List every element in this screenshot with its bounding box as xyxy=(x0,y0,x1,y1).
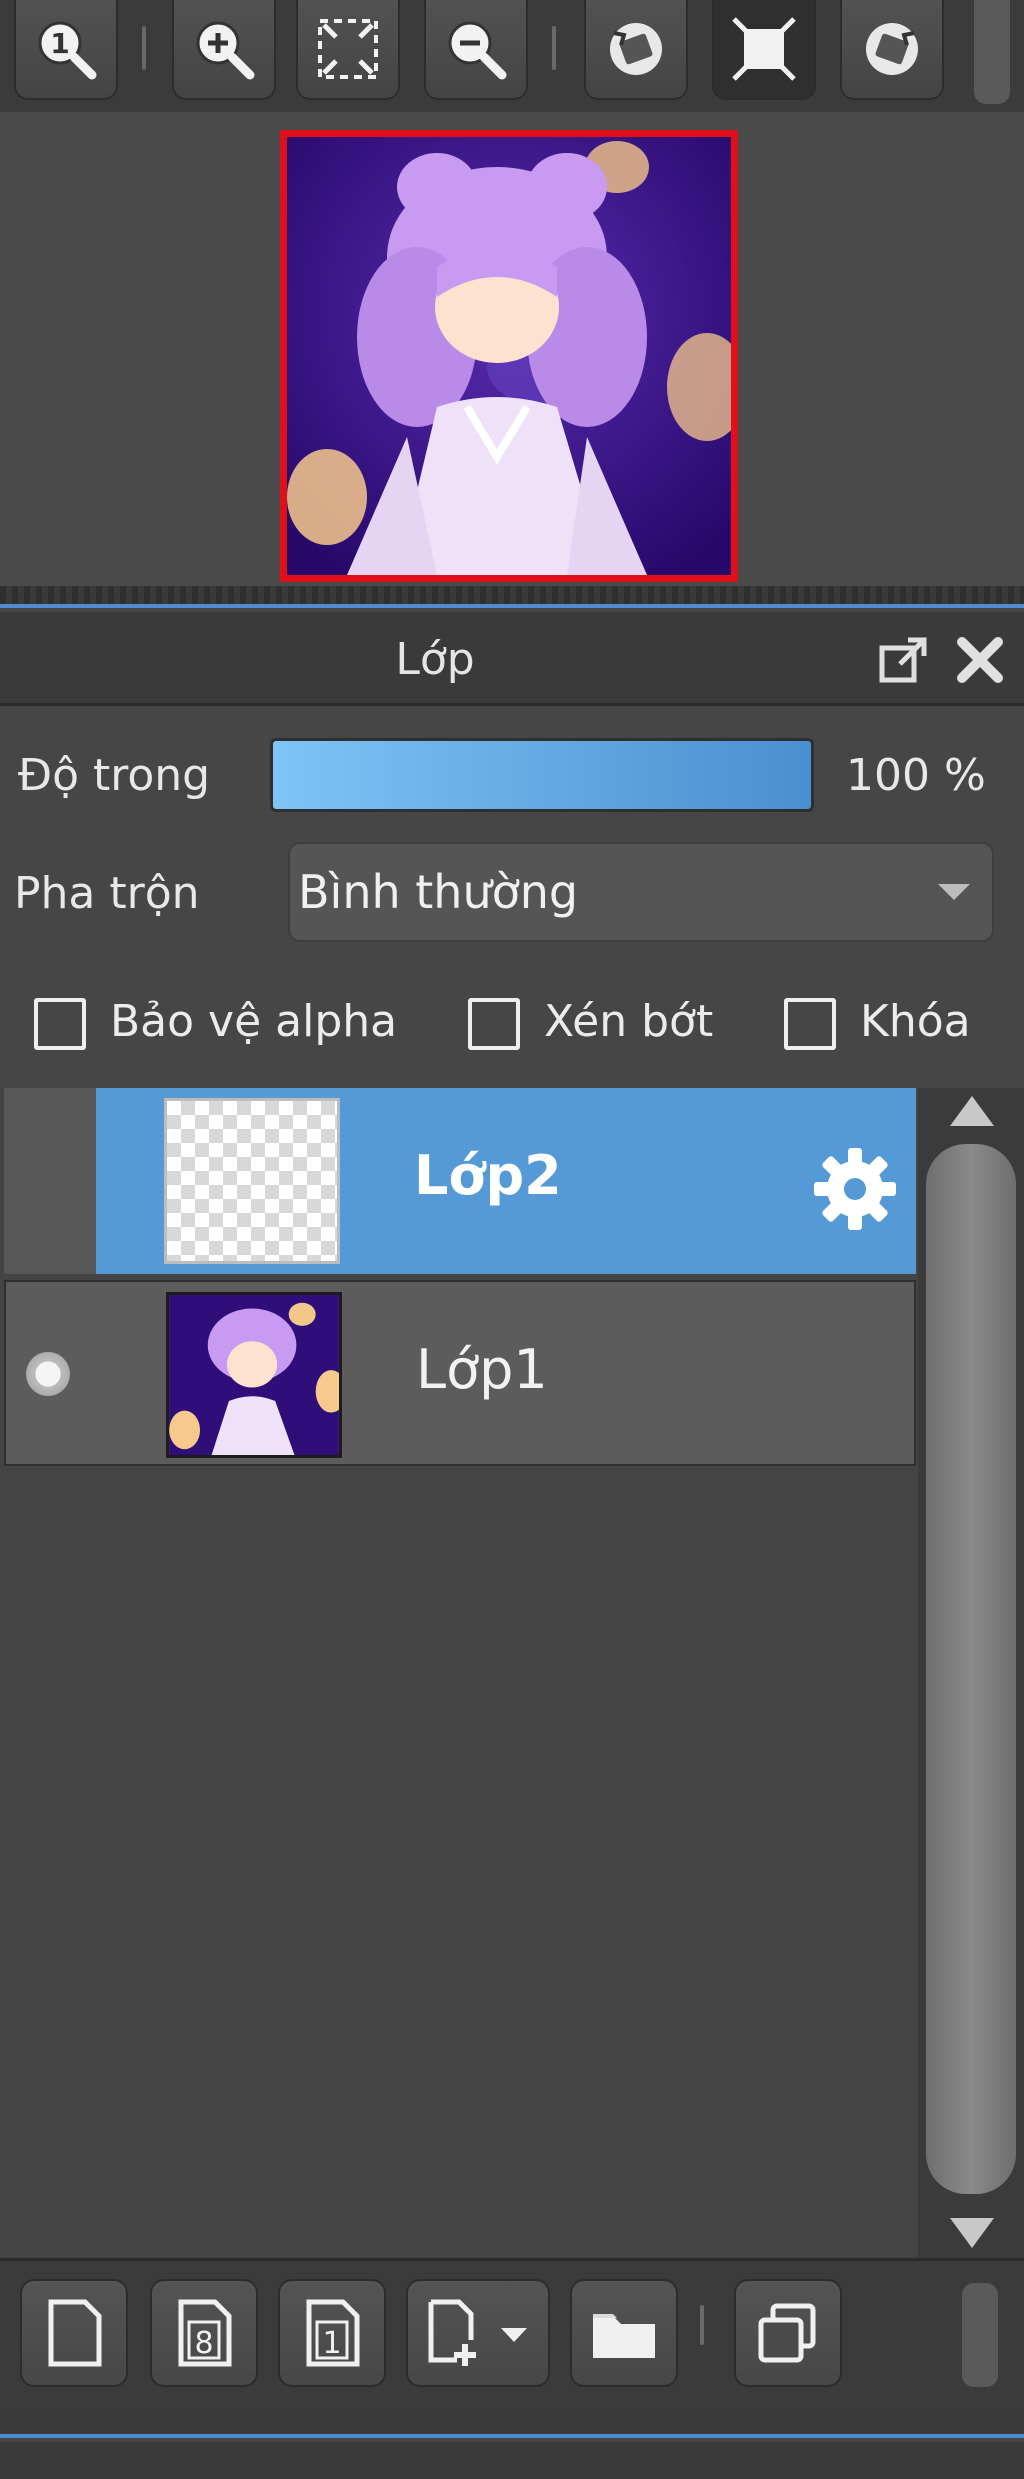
add-layer-menu-button[interactable] xyxy=(406,2279,550,2387)
layer-row-lop2[interactable]: Lớp2 xyxy=(4,1088,916,1274)
zoom-out-icon xyxy=(448,21,507,80)
panel-splitter[interactable] xyxy=(0,586,1024,608)
scroll-thumb[interactable] xyxy=(926,1144,1016,2194)
zoom-in-icon xyxy=(196,21,255,80)
alpha-protect-label: Bảo vệ alpha xyxy=(110,996,398,1047)
visible-eye-icon xyxy=(26,1352,70,1396)
view-toolbar: 1 xyxy=(0,0,1024,112)
new-layer-button[interactable] xyxy=(20,2279,128,2387)
gear-icon[interactable] xyxy=(810,1144,900,1234)
zoom-in-button[interactable] xyxy=(172,0,276,100)
rotate-left-button[interactable] xyxy=(584,0,688,100)
scroll-up-icon[interactable] xyxy=(950,1096,994,1126)
rotate-right-button[interactable] xyxy=(840,0,944,100)
navigator-preview[interactable] xyxy=(280,130,738,582)
alpha-protect-checkbox[interactable] xyxy=(34,998,86,1050)
layers-panel-header: Lớp xyxy=(0,612,1024,706)
chevron-down-icon xyxy=(938,884,970,900)
layer-list: Lớp2 Lớp1 xyxy=(0,1088,918,2258)
layer-1bit-icon: 1 xyxy=(306,2299,360,2367)
new-folder-button[interactable] xyxy=(570,2279,678,2387)
reset-view-icon xyxy=(732,17,796,81)
layer-list-scrollbar[interactable] xyxy=(918,1088,1024,2258)
new-1bit-layer-button[interactable]: 1 xyxy=(278,2279,386,2387)
undock-icon[interactable] xyxy=(878,634,930,686)
add-layer-dropdown-icon xyxy=(428,2299,527,2366)
visibility-toggle[interactable] xyxy=(6,1282,98,1464)
blend-mode-label: Pha trộn xyxy=(14,868,200,919)
layer-actions-toolbar: 8 1 xyxy=(0,2258,1024,2408)
scroll-down-icon[interactable] xyxy=(950,2218,994,2248)
visibility-toggle[interactable] xyxy=(4,1088,96,1274)
duplicate-icon xyxy=(758,2303,816,2363)
layer-name: Lớp2 xyxy=(414,1144,562,1207)
rotate-left-icon xyxy=(610,23,662,75)
bit-depth-1-text: 1 xyxy=(322,2326,341,2361)
next-panel-header xyxy=(0,2442,1024,2479)
opacity-slider[interactable] xyxy=(270,738,814,812)
artwork-preview-image xyxy=(287,137,731,575)
opacity-value: 100 % xyxy=(846,750,986,801)
toolbar-overflow-handle[interactable] xyxy=(962,2283,998,2387)
svg-text:1: 1 xyxy=(50,27,69,60)
zoom-1-icon: 1 xyxy=(38,21,97,80)
fit-window-icon xyxy=(318,19,378,79)
clipping-label: Xén bớt xyxy=(544,996,714,1047)
layer-thumbnail xyxy=(164,1098,340,1264)
new-page-icon xyxy=(48,2299,102,2367)
zoom-actual-size-button[interactable]: 1 xyxy=(14,0,118,100)
opacity-label: Độ trong xyxy=(18,750,211,801)
layer-thumbnail xyxy=(166,1292,342,1458)
bit-depth-8-text: 8 xyxy=(194,2326,213,2361)
folder-icon xyxy=(593,2314,655,2358)
blend-mode-value: Bình thường xyxy=(298,865,579,919)
zoom-out-button[interactable] xyxy=(424,0,528,100)
fit-to-window-button[interactable] xyxy=(296,0,400,100)
blend-mode-select[interactable]: Bình thường xyxy=(288,842,994,942)
rotate-right-icon xyxy=(866,23,918,75)
close-icon[interactable] xyxy=(954,634,1006,686)
lock-label: Khóa xyxy=(860,996,971,1047)
layer-row-lop1[interactable]: Lớp1 xyxy=(4,1280,916,1466)
lock-checkbox[interactable] xyxy=(784,998,836,1050)
panel-splitter[interactable] xyxy=(0,2408,1024,2438)
layer-8bit-icon: 8 xyxy=(178,2299,232,2367)
toolbar-overflow-handle[interactable] xyxy=(974,0,1010,104)
clipping-checkbox[interactable] xyxy=(468,998,520,1050)
panel-title: Lớp xyxy=(395,634,475,685)
new-8bit-layer-button[interactable]: 8 xyxy=(150,2279,258,2387)
duplicate-layer-button[interactable] xyxy=(734,2279,842,2387)
reset-rotation-button[interactable] xyxy=(712,0,816,100)
layer-name: Lớp1 xyxy=(416,1338,548,1401)
